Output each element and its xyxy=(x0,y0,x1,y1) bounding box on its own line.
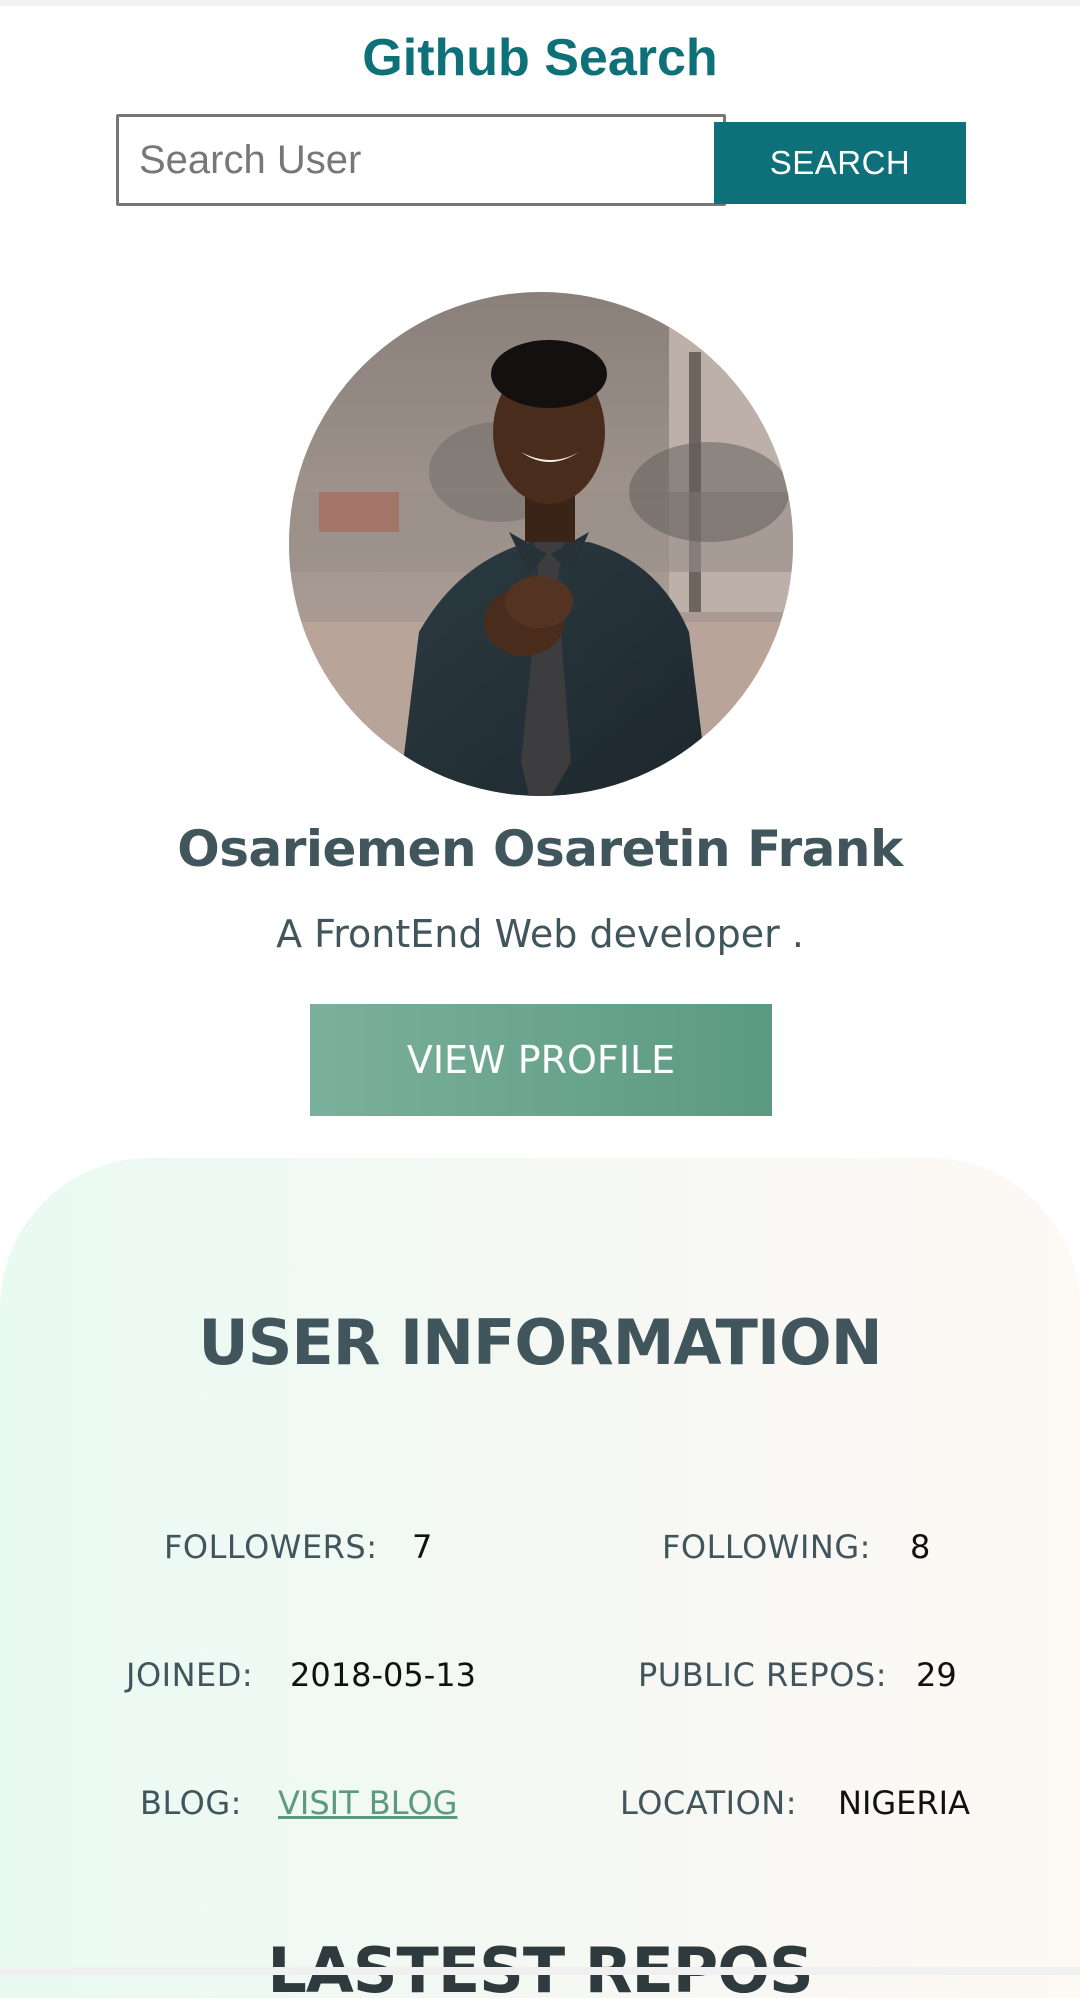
location-stat: LOCATION: NIGERIA xyxy=(620,1784,970,1822)
following-value: 8 xyxy=(910,1528,931,1566)
public-repos-label: PUBLIC REPOS: xyxy=(638,1656,887,1694)
blog-stat: BLOG: VISIT BLOG xyxy=(140,1784,457,1822)
search-input[interactable] xyxy=(116,114,726,206)
search-button[interactable]: SEARCH xyxy=(714,122,966,204)
avatar-photo xyxy=(289,292,793,796)
followers-value: 7 xyxy=(412,1528,433,1566)
joined-label: JOINED: xyxy=(126,1656,254,1694)
profile-bio: A FrontEnd Web developer . xyxy=(276,912,804,956)
following-label: FOLLOWING: xyxy=(662,1528,871,1566)
joined-value: 2018-05-13 xyxy=(290,1656,476,1694)
app-title: Github Search xyxy=(362,29,718,87)
public-repos-stat: PUBLIC REPOS: 29 xyxy=(638,1656,957,1694)
visit-blog-link[interactable]: VISIT BLOG xyxy=(278,1784,457,1822)
user-information-heading: USER INFORMATION xyxy=(198,1306,882,1379)
profile-name: Osariemen Osaretin Frank xyxy=(177,820,903,878)
avatar xyxy=(289,292,793,796)
following-stat: FOLLOWING: 8 xyxy=(662,1528,930,1566)
location-value: NIGERIA xyxy=(838,1784,970,1822)
view-profile-button[interactable]: VIEW PROFILE xyxy=(310,1004,772,1116)
followers-label: FOLLOWERS: xyxy=(164,1528,378,1566)
top-strip xyxy=(0,0,1080,6)
bottom-strip xyxy=(0,1967,1080,1975)
public-repos-value: 29 xyxy=(916,1656,957,1694)
user-information-panel xyxy=(0,1158,1080,1998)
followers-stat: FOLLOWERS: 7 xyxy=(164,1528,432,1566)
search-bar: SEARCH xyxy=(116,114,966,206)
location-label: LOCATION: xyxy=(620,1784,798,1822)
blog-label: BLOG: xyxy=(140,1784,242,1822)
joined-stat: JOINED: 2018-05-13 xyxy=(126,1656,476,1694)
